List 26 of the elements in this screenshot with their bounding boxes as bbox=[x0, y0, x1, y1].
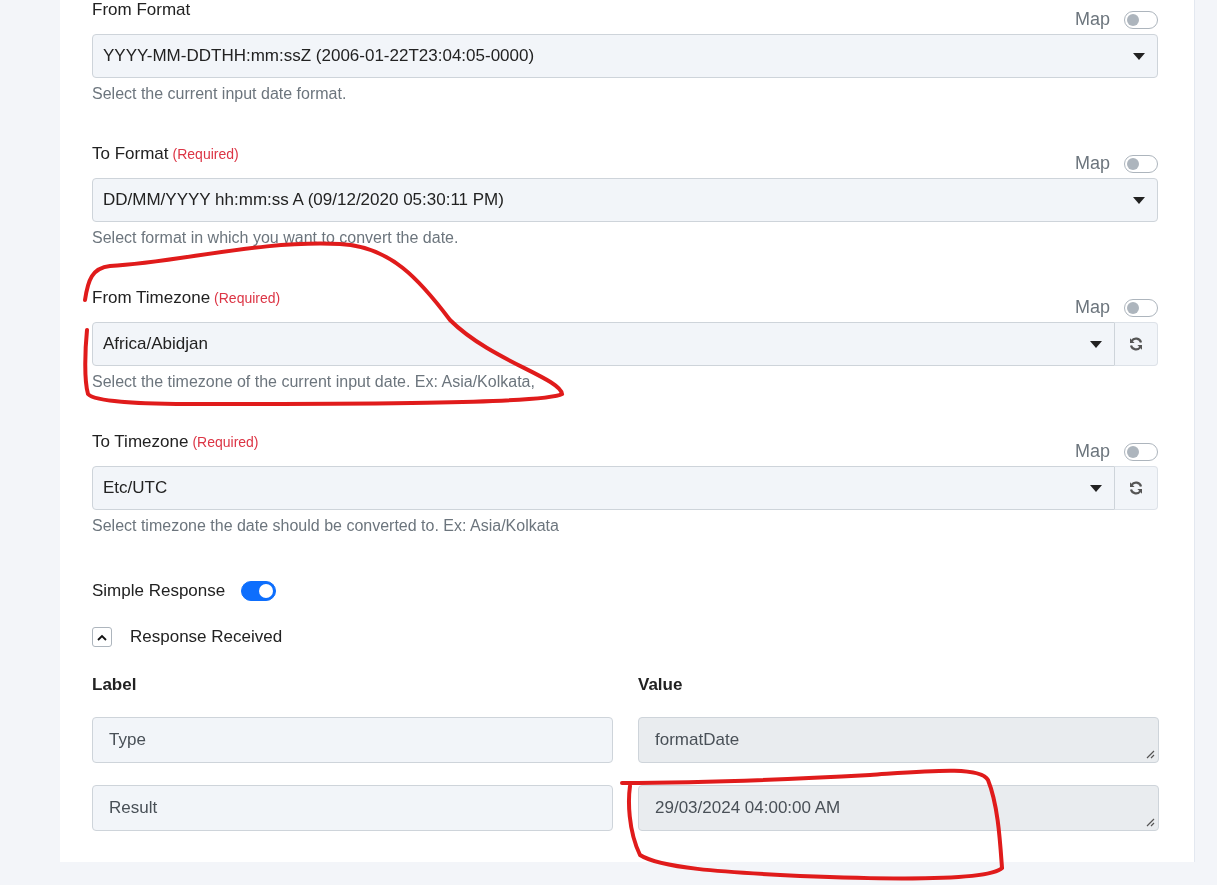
value-field[interactable]: formatDate bbox=[638, 717, 1159, 763]
required-note: (Required) bbox=[192, 434, 259, 450]
label-field[interactable]: Result bbox=[92, 785, 613, 831]
field-label: From Timezone bbox=[92, 288, 211, 308]
dropdown[interactable]: Africa/Abidjan bbox=[92, 322, 1115, 366]
required-note: (Required) bbox=[172, 146, 239, 162]
column-header: Label bbox=[92, 675, 138, 695]
value-field[interactable]: 29/03/2024 04:00:00 AM bbox=[638, 785, 1159, 831]
label-field[interactable]: Type bbox=[92, 717, 613, 763]
field-label: From Format bbox=[92, 0, 191, 20]
field-label: To Format bbox=[92, 144, 169, 164]
help-text: Select timezone the date should be converted to. Ex: Asia/Kolkata bbox=[92, 517, 560, 535]
dropdown[interactable]: YYYY-MM-DDTHH:mm:ssZ (2006-01-22T23:04:05-0000) bbox=[92, 34, 1158, 78]
map-label: Map bbox=[1075, 153, 1110, 174]
help-text: Select the timezone of the current input date. Ex: Asia/Kolkata, bbox=[92, 373, 536, 391]
help-text: Select the current input date format. bbox=[92, 85, 348, 103]
section-title: Response Received bbox=[130, 627, 283, 647]
map-label: Map bbox=[1075, 441, 1110, 462]
toggle-label: Simple Response bbox=[92, 581, 226, 601]
column-header: Value bbox=[638, 675, 684, 695]
required-note: (Required) bbox=[214, 290, 281, 306]
dropdown[interactable]: DD/MM/YYYY hh:mm:ss A (09/12/2020 05:30:11 PM) bbox=[92, 178, 1158, 222]
dropdown[interactable]: Etc/UTC bbox=[92, 466, 1115, 510]
map-label: Map bbox=[1075, 9, 1110, 30]
field-label: To Timezone bbox=[92, 432, 189, 452]
map-label: Map bbox=[1075, 297, 1110, 318]
